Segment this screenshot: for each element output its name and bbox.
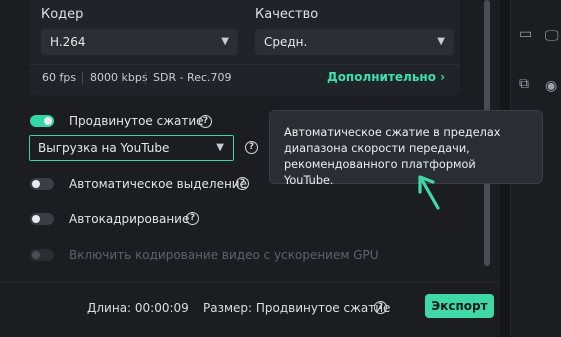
toggle-knob — [32, 251, 40, 259]
quality-select[interactable]: Средн. ▼ — [255, 29, 454, 55]
bitrate-value: 8000 kbps — [90, 71, 148, 84]
codec-select[interactable]: H.264 ▼ — [41, 29, 238, 55]
help-icon[interactable]: ? — [236, 177, 249, 190]
compression-tooltip: Автоматическое сжатие в пределах диапазо… — [269, 110, 543, 187]
chevron-right-icon: › — [440, 70, 446, 84]
panel-icon[interactable]: ▭ — [519, 26, 532, 42]
toggle-knob — [32, 180, 40, 188]
quality-label: Качество — [255, 7, 319, 22]
advanced-compression-toggle[interactable] — [30, 115, 54, 127]
chevron-down-icon: ▼ — [216, 142, 224, 153]
export-button[interactable]: Экспорт — [425, 294, 494, 318]
gpu-encoding-toggle[interactable] — [30, 249, 54, 261]
gpu-encoding-label: Включить кодирование видео с ускорением … — [69, 248, 379, 262]
divider — [82, 72, 83, 84]
codec-value: H.264 — [50, 35, 86, 49]
help-icon[interactable]: ? — [199, 115, 212, 128]
advanced-compression-label: Продвинутое сжатие — [69, 114, 204, 128]
fps-value: 60 fps — [42, 71, 77, 84]
auto-reframe-label: Автокадрирование — [69, 212, 190, 226]
record-icon[interactable]: ◉ — [545, 78, 557, 94]
ai-icon[interactable]: ⧉ — [519, 76, 529, 92]
help-icon[interactable]: ? — [186, 212, 199, 225]
quality-value: Средн. — [264, 35, 308, 49]
chevron-down-icon: ▼ — [437, 36, 445, 47]
format-info-row: 60 fps 8000 kbps SDR - Rec.709 Дополните… — [30, 64, 460, 92]
chevron-down-icon: ▼ — [221, 36, 229, 47]
monitor-icon[interactable]: 🖵 — [545, 28, 559, 44]
toggle-knob — [44, 117, 52, 125]
compression-preset-select[interactable]: Выгрузка на YouTube ▼ — [29, 135, 234, 161]
more-settings-link[interactable]: Дополнительно › — [327, 70, 445, 84]
help-icon[interactable]: ? — [374, 301, 387, 314]
auto-reframe-toggle[interactable] — [30, 213, 54, 225]
toggle-knob — [32, 215, 40, 223]
compression-preset-value: Выгрузка на YouTube — [38, 141, 170, 155]
range-value: SDR - Rec.709 — [153, 71, 232, 84]
auto-highlight-toggle[interactable] — [30, 178, 54, 190]
tooltip-text: Автоматическое сжатие в пределах диапазо… — [284, 126, 501, 187]
size-text: Размер: Продвинутое сжатие — [203, 301, 391, 315]
codec-label: Кодер — [41, 7, 84, 22]
more-settings-label: Дополнительно — [327, 70, 436, 84]
help-icon[interactable]: ? — [245, 141, 258, 154]
duration-text: Длина: 00:00:09 — [87, 301, 189, 315]
pointer-arrow-icon — [418, 175, 440, 210]
auto-highlight-label: Автоматическое выделение — [69, 177, 247, 191]
divider — [145, 72, 146, 84]
